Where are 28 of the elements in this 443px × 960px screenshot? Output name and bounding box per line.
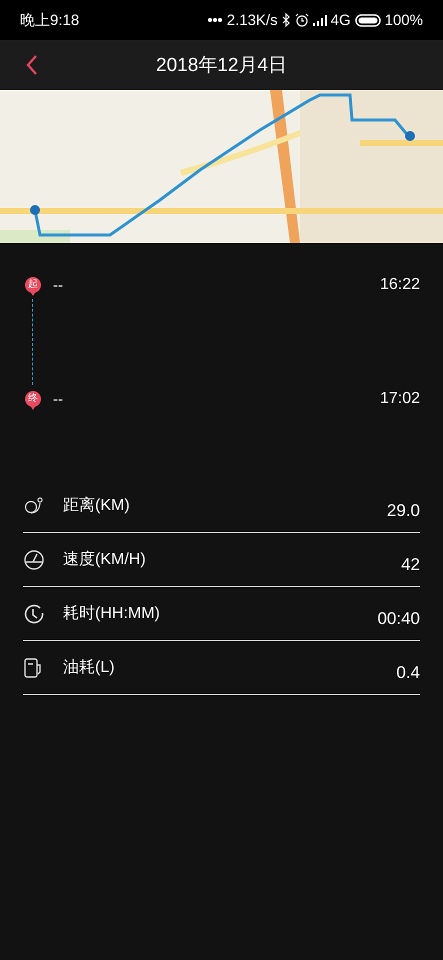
battery-level: 100% — [384, 12, 423, 28]
signal-icon — [312, 14, 327, 26]
stat-value: 29.0 — [386, 500, 420, 520]
stat-value: 0.4 — [396, 662, 420, 682]
trip-time: 16:22 — [380, 276, 420, 294]
stat-label: 耗时(HH:MM) — [63, 604, 160, 624]
place-name: -- — [53, 390, 63, 408]
battery-icon — [354, 14, 381, 26]
alarm-icon — [294, 13, 309, 27]
route-pin-icon — [23, 494, 45, 516]
status-time: 晚上9:18 — [20, 10, 80, 30]
gauge-icon — [23, 548, 45, 570]
back-icon — [26, 54, 38, 76]
stat-value: 42 — [401, 554, 420, 574]
page-title: 2018年12月4日 — [156, 54, 287, 78]
place-name: -- — [53, 276, 63, 294]
trip-time: 17:02 — [380, 390, 420, 408]
dots-icon — [206, 17, 223, 23]
bluetooth-icon — [282, 13, 291, 27]
location-marker: 终 — [25, 391, 41, 407]
stat-label: 速度(KM/H) — [63, 550, 146, 570]
stat-label: 距离(KM) — [63, 496, 130, 516]
stat-value: 00:40 — [377, 608, 420, 628]
clock-icon — [23, 602, 45, 624]
stat-label: 油耗(L) — [63, 658, 115, 678]
network-speed: 2.13K/s — [226, 12, 278, 28]
network-type: 4G — [330, 12, 351, 28]
location-marker: 起 — [25, 277, 41, 293]
